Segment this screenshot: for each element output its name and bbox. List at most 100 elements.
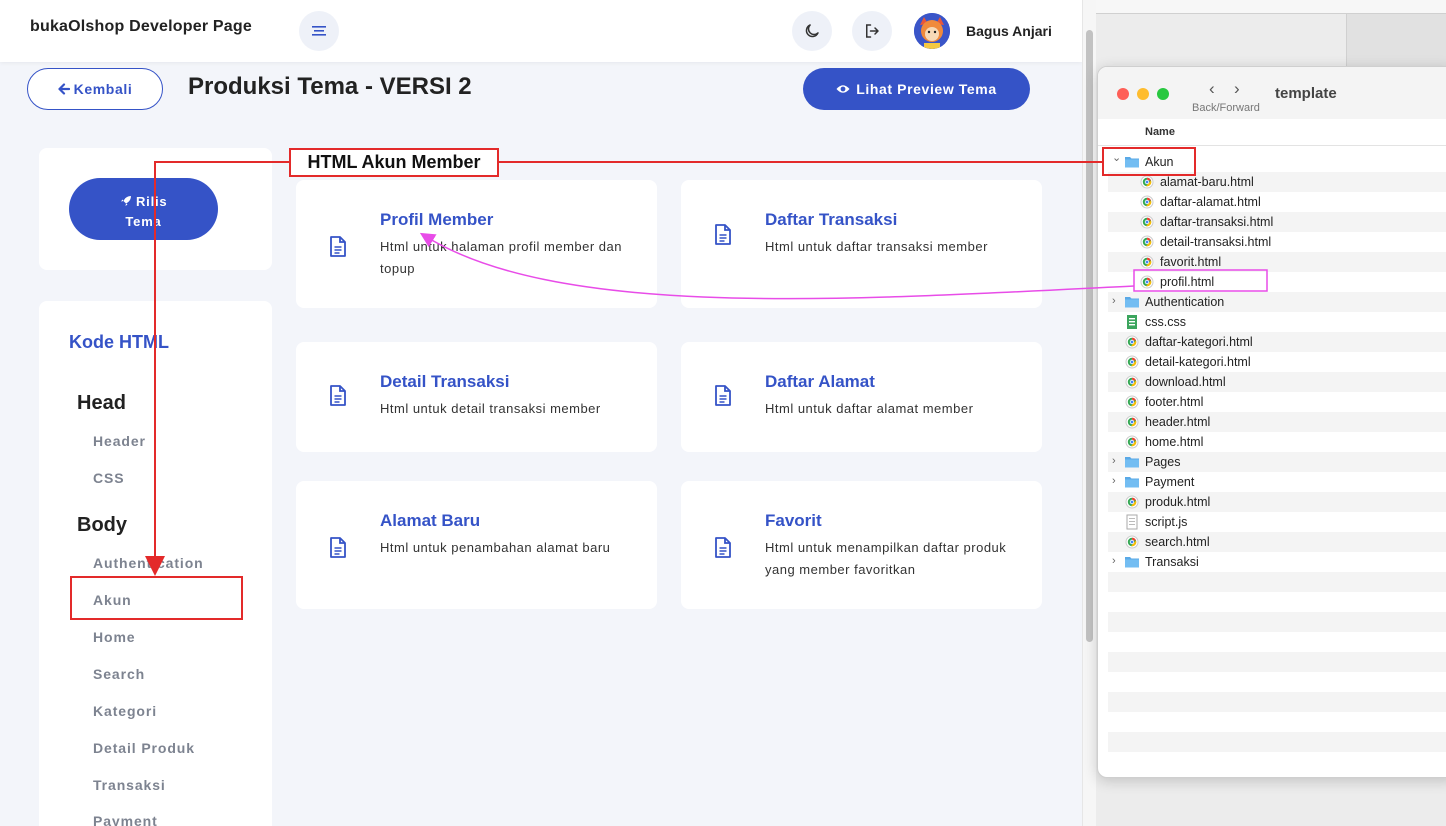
card-favorit[interactable]: Favorit Html untuk menampilkan daftar pr…	[681, 481, 1042, 609]
file-name: script.js	[1145, 515, 1188, 529]
document-icon	[330, 537, 346, 558]
chevron-right-icon[interactable]: ›	[1112, 555, 1116, 567]
card-detail-transaksi[interactable]: Detail Transaksi Html untuk detail trans…	[296, 342, 657, 452]
chrome-html-file-icon	[1125, 415, 1139, 429]
menu-toggle-button[interactable]	[299, 11, 339, 51]
arrow-left-icon	[58, 83, 70, 95]
close-window-icon[interactable]	[1117, 88, 1129, 100]
file-row[interactable]: daftar-transaksi.html	[1108, 212, 1446, 232]
column-header-name[interactable]: Name	[1098, 119, 1446, 146]
file-row[interactable]: script.js	[1108, 512, 1446, 532]
card-daftar-alamat[interactable]: Daftar Alamat Html untuk daftar alamat m…	[681, 342, 1042, 452]
file-row[interactable]: favorit.html	[1108, 252, 1446, 272]
empty-row	[1108, 612, 1446, 632]
file-row[interactable]: search.html	[1108, 532, 1446, 552]
card-title: Daftar Alamat	[765, 372, 875, 391]
file-row[interactable]: › Transaksi	[1108, 552, 1446, 572]
file-row[interactable]: css.css	[1108, 312, 1446, 332]
chrome-html-file-icon	[1125, 395, 1139, 409]
group-head-title: Head	[77, 392, 126, 414]
card-profil-member[interactable]: Profil Member Html untuk halaman profil …	[296, 180, 657, 308]
chrome-html-file-icon	[1140, 175, 1154, 189]
sidebar-item-detail-produk[interactable]: Detail Produk	[93, 740, 195, 756]
menu-icon	[312, 26, 326, 36]
file-row[interactable]: › Authentication	[1108, 292, 1446, 312]
file-row[interactable]: daftar-kategori.html	[1108, 332, 1446, 352]
document-icon	[330, 385, 346, 406]
sidebar-item-authentication[interactable]: Authentication	[93, 555, 204, 571]
css-file-icon	[1127, 315, 1137, 329]
rilis-line1: Rilis	[135, 194, 168, 209]
file-name: Authentication	[1145, 295, 1225, 309]
scrollbar-thumb[interactable]	[1086, 30, 1093, 642]
empty-row	[1108, 632, 1446, 652]
file-row[interactable]: profil.html	[1108, 272, 1446, 292]
logout-button[interactable]	[852, 11, 892, 51]
finder-toolbar: ‹ › Back/Forward template	[1098, 67, 1446, 119]
file-row[interactable]: ⌄ Akun	[1108, 152, 1446, 172]
sidebar-item-payment[interactable]: Payment	[93, 813, 158, 826]
sidebar-item-header[interactable]: Header	[93, 433, 146, 449]
sidebar-item-akun[interactable]: Akun	[93, 592, 132, 608]
empty-row	[1108, 572, 1446, 592]
file-row[interactable]: detail-transaksi.html	[1108, 232, 1446, 252]
minimize-window-icon[interactable]	[1137, 88, 1149, 100]
sidebar-item-home[interactable]: Home	[93, 629, 136, 645]
sidebar-item-kategori[interactable]: Kategori	[93, 703, 157, 719]
file-row[interactable]: › Pages	[1108, 452, 1446, 472]
file-row[interactable]: daftar-alamat.html	[1108, 192, 1446, 212]
empty-row	[1108, 672, 1446, 692]
sidebar-item-search[interactable]: Search	[93, 666, 145, 682]
file-name: Pages	[1145, 455, 1181, 469]
back-arrow-icon[interactable]: ‹	[1209, 79, 1215, 99]
chrome-html-file-icon	[1125, 495, 1139, 509]
chrome-html-file-icon	[1125, 535, 1139, 549]
background-window-tile	[1346, 14, 1446, 66]
card-desc: Html untuk penambahan alamat baru	[380, 540, 611, 555]
web-app: bukaOlshop Developer Page Bagus Anjari K…	[0, 0, 1082, 826]
card-title: Favorit	[765, 511, 822, 530]
file-list: ⌄ Akun alamat-baru.html daftar-alamat.html d…	[1108, 152, 1446, 752]
card-daftar-transaksi[interactable]: Daftar Transaksi Html untuk daftar trans…	[681, 180, 1042, 308]
file-name: search.html	[1145, 535, 1210, 549]
background-window-strip	[1096, 0, 1446, 14]
chevron-right-icon[interactable]: ›	[1112, 455, 1116, 467]
card-alamat-baru[interactable]: Alamat Baru Html untuk penambahan alamat…	[296, 481, 657, 609]
preview-theme-label: Lihat Preview Tema	[856, 81, 997, 97]
dark-mode-button[interactable]	[792, 11, 832, 51]
file-row[interactable]: alamat-baru.html	[1108, 172, 1446, 192]
sidebar-item-transaksi[interactable]: Transaksi	[93, 777, 166, 793]
zoom-window-icon[interactable]	[1157, 88, 1169, 100]
chevron-down-icon[interactable]: ⌄	[1112, 151, 1121, 164]
file-row[interactable]: header.html	[1108, 412, 1446, 432]
file-row[interactable]: download.html	[1108, 372, 1446, 392]
file-row[interactable]: detail-kategori.html	[1108, 352, 1446, 372]
chrome-html-file-icon	[1140, 235, 1154, 249]
forward-arrow-icon[interactable]: ›	[1234, 79, 1240, 99]
chrome-html-file-icon	[1140, 215, 1154, 229]
column-name-label: Name	[1145, 126, 1175, 138]
document-icon	[715, 385, 731, 406]
file-name: Transaksi	[1145, 555, 1199, 569]
card-title: Profil Member	[380, 210, 494, 229]
chrome-html-file-icon	[1140, 275, 1154, 289]
avatar[interactable]	[914, 13, 950, 49]
rilis-tema-button[interactable]: Rilis Tema	[69, 178, 218, 240]
file-row[interactable]: footer.html	[1108, 392, 1446, 412]
finder-window: ‹ › Back/Forward template Name ⌄ Akun alam…	[1097, 66, 1446, 778]
card-desc: Html untuk menampilkan daftar produk yan…	[765, 540, 1007, 577]
chevron-right-icon[interactable]: ›	[1112, 295, 1116, 307]
file-row[interactable]: home.html	[1108, 432, 1446, 452]
js-file-icon	[1126, 514, 1138, 530]
document-icon	[330, 236, 346, 257]
chrome-html-file-icon	[1140, 255, 1154, 269]
preview-theme-button[interactable]: Lihat Preview Tema	[803, 68, 1030, 110]
file-row[interactable]: produk.html	[1108, 492, 1446, 512]
chevron-right-icon[interactable]: ›	[1112, 475, 1116, 487]
folder-icon	[1125, 157, 1139, 168]
sidebar-item-css[interactable]: CSS	[93, 470, 125, 486]
back-button[interactable]: Kembali	[27, 68, 163, 110]
file-row[interactable]: › Payment	[1108, 472, 1446, 492]
page-scrollbar[interactable]	[1082, 0, 1096, 826]
annotation-label: HTML Akun Member	[289, 148, 499, 177]
